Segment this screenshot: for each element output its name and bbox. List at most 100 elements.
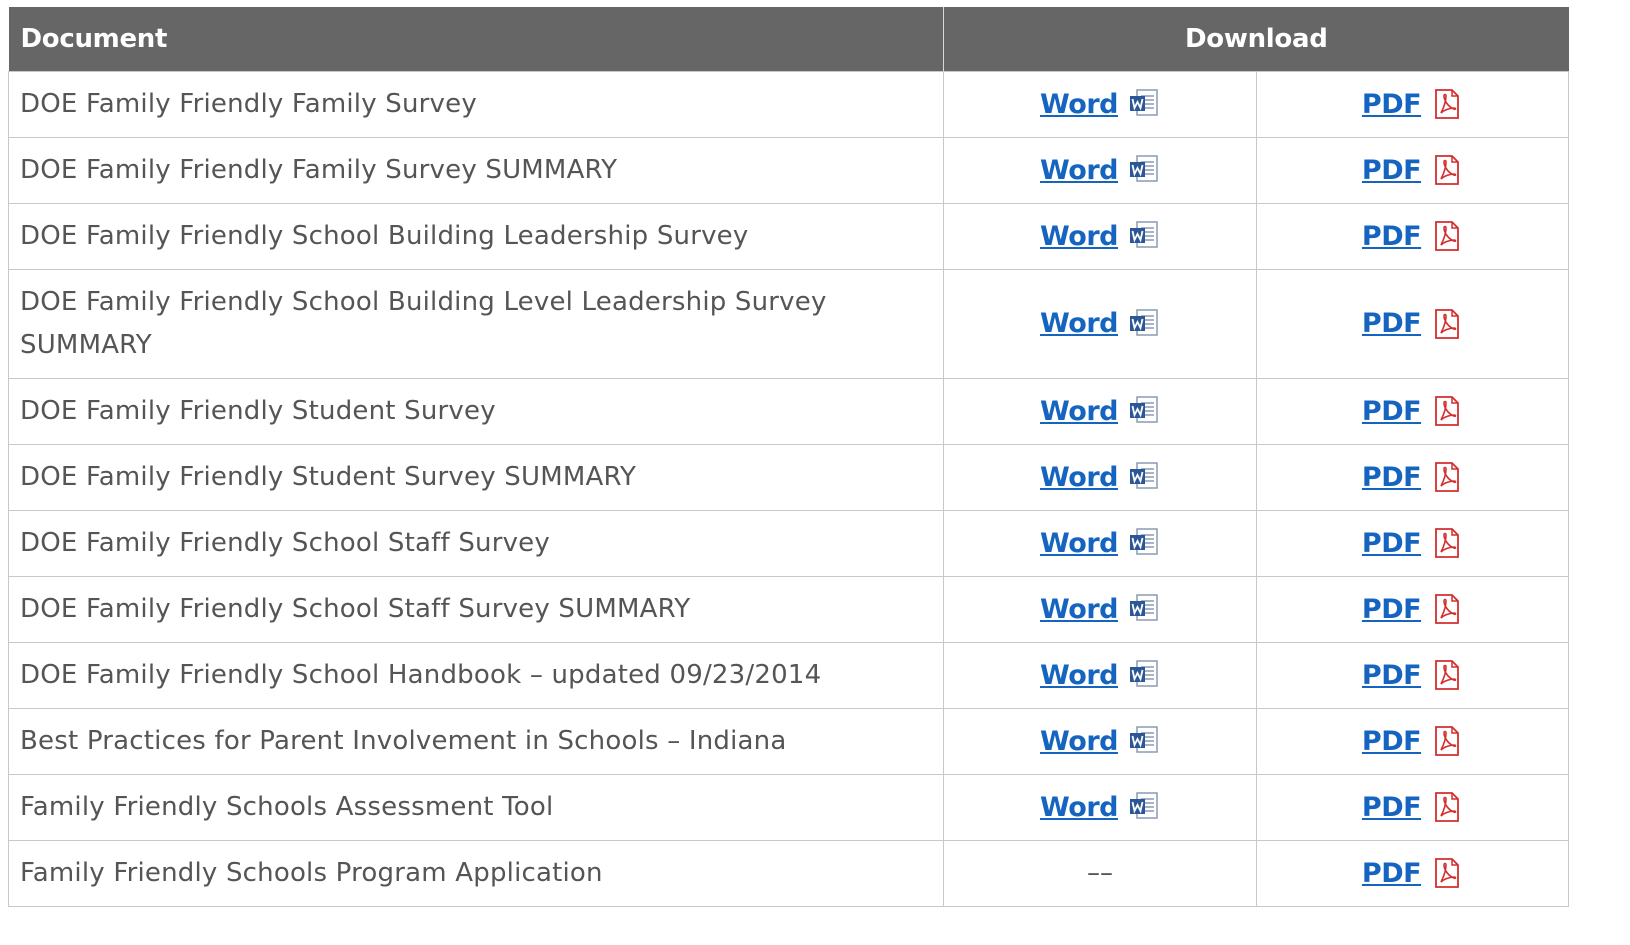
document-title: Family Friendly Schools Program Applicat… xyxy=(8,840,944,907)
pdf-download-link[interactable]: PDF xyxy=(1362,786,1463,829)
pdf-cell: PDF xyxy=(1255,137,1570,204)
word-cell: Word xyxy=(943,137,1257,204)
pdf-download-link[interactable]: PDF xyxy=(1362,588,1463,631)
word-download-link[interactable]: Word xyxy=(1040,302,1160,345)
pdf-download-link[interactable]: PDF xyxy=(1362,83,1463,126)
word-download-link[interactable]: Word xyxy=(1040,83,1160,126)
pdf-document-icon xyxy=(1435,89,1459,119)
document-title: DOE Family Friendly School Staff Survey xyxy=(8,510,944,577)
pdf-cell: PDF xyxy=(1255,642,1570,709)
document-title: Best Practices for Parent Involvement in… xyxy=(8,708,944,775)
pdf-link-label: PDF xyxy=(1361,593,1422,625)
pdf-download-link[interactable]: PDF xyxy=(1362,852,1463,895)
pdf-link-label: PDF xyxy=(1361,791,1422,823)
word-document-icon xyxy=(1130,396,1158,423)
pdf-download-link[interactable]: PDF xyxy=(1362,654,1463,697)
word-link-label: Word xyxy=(1039,88,1119,120)
word-document-icon xyxy=(1130,660,1158,687)
pdf-link-label: PDF xyxy=(1361,88,1422,120)
word-download-link[interactable]: Word xyxy=(1040,456,1160,499)
word-cell: Word xyxy=(943,576,1257,643)
pdf-document-icon xyxy=(1435,221,1459,251)
pdf-document-icon xyxy=(1435,858,1459,888)
table-row: DOE Family Friendly Student Survey Word xyxy=(8,378,1570,445)
pdf-document-icon xyxy=(1435,396,1459,426)
word-cell: Word xyxy=(943,378,1257,445)
word-download-link[interactable]: Word xyxy=(1040,522,1160,565)
word-document-icon xyxy=(1130,221,1158,248)
table-row: DOE Family Friendly Family Survey SUMMAR… xyxy=(8,137,1570,204)
pdf-download-link[interactable]: PDF xyxy=(1362,390,1463,433)
word-document-icon xyxy=(1130,594,1158,621)
word-document-icon xyxy=(1130,726,1158,753)
word-download-link[interactable]: Word xyxy=(1040,390,1160,433)
pdf-cell: PDF xyxy=(1255,840,1570,907)
word-cell: Word xyxy=(943,774,1257,841)
pdf-cell: PDF xyxy=(1255,444,1570,511)
table-row: DOE Family Friendly School Building Lead… xyxy=(8,203,1570,270)
word-download-link[interactable]: Word xyxy=(1040,720,1160,763)
column-header-document: Document xyxy=(8,7,944,72)
table-row: Family Friendly Schools Program Applicat… xyxy=(8,840,1570,907)
document-title: DOE Family Friendly School Building Lead… xyxy=(8,203,944,270)
pdf-download-link[interactable]: PDF xyxy=(1362,215,1463,258)
table-row: DOE Family Friendly Student Survey SUMMA… xyxy=(8,444,1570,511)
word-document-icon xyxy=(1130,462,1158,489)
word-link-label: Word xyxy=(1039,725,1119,757)
table-row: DOE Family Friendly School Staff Survey … xyxy=(8,576,1570,643)
word-link-label: Word xyxy=(1039,527,1119,559)
word-download-link[interactable]: Word xyxy=(1040,588,1160,631)
word-link-label: Word xyxy=(1039,791,1119,823)
pdf-link-label: PDF xyxy=(1361,857,1422,889)
pdf-download-link[interactable]: PDF xyxy=(1362,522,1463,565)
word-link-label: Word xyxy=(1039,154,1119,186)
table-row: DOE Family Friendly School Building Leve… xyxy=(8,269,1570,379)
document-title: DOE Family Friendly Family Survey xyxy=(8,71,944,138)
pdf-link-label: PDF xyxy=(1361,725,1422,757)
document-title: DOE Family Friendly School Building Leve… xyxy=(8,269,944,379)
pdf-download-link[interactable]: PDF xyxy=(1362,302,1463,345)
pdf-cell: PDF xyxy=(1255,774,1570,841)
document-title: DOE Family Friendly Family Survey SUMMAR… xyxy=(8,137,944,204)
word-cell: Word xyxy=(943,642,1257,709)
word-link-label: Word xyxy=(1039,395,1119,427)
pdf-document-icon xyxy=(1435,792,1459,822)
word-cell: Word xyxy=(943,269,1257,379)
pdf-cell: PDF xyxy=(1255,708,1570,775)
column-header-download: Download xyxy=(942,7,1569,72)
pdf-download-link[interactable]: PDF xyxy=(1362,720,1463,763)
pdf-link-label: PDF xyxy=(1361,527,1422,559)
word-cell: Word xyxy=(943,444,1257,511)
word-download-link[interactable]: Word xyxy=(1040,654,1160,697)
word-download-link[interactable]: Word xyxy=(1040,149,1160,192)
pdf-document-icon xyxy=(1435,155,1459,185)
pdf-link-label: PDF xyxy=(1361,220,1422,252)
word-download-link[interactable]: Word xyxy=(1040,215,1160,258)
pdf-document-icon xyxy=(1435,528,1459,558)
pdf-download-link[interactable]: PDF xyxy=(1362,149,1463,192)
document-title: DOE Family Friendly School Handbook – up… xyxy=(8,642,944,709)
word-link-label: Word xyxy=(1039,308,1119,339)
word-document-icon xyxy=(1130,308,1158,336)
table-row: DOE Family Friendly School Staff Survey … xyxy=(8,510,1570,577)
word-download-link[interactable]: Word xyxy=(1040,786,1160,829)
word-cell: Word xyxy=(943,203,1257,270)
pdf-link-label: PDF xyxy=(1361,461,1422,493)
pdf-document-icon xyxy=(1435,726,1459,756)
document-title: Family Friendly Schools Assessment Tool xyxy=(8,774,944,841)
table-row: Best Practices for Parent Involvement in… xyxy=(8,708,1570,775)
word-link-label: Word xyxy=(1039,659,1119,691)
pdf-cell: PDF xyxy=(1255,576,1570,643)
pdf-cell: PDF xyxy=(1255,71,1570,138)
word-link-label: Word xyxy=(1039,461,1119,493)
pdf-cell: PDF xyxy=(1255,203,1570,270)
pdf-document-icon xyxy=(1435,308,1459,339)
pdf-document-icon xyxy=(1435,462,1459,492)
pdf-cell: PDF xyxy=(1255,510,1570,577)
pdf-download-link[interactable]: PDF xyxy=(1362,456,1463,499)
word-document-icon xyxy=(1130,89,1158,116)
table-header-row: Document Download xyxy=(8,7,1569,72)
document-title: DOE Family Friendly Student Survey SUMMA… xyxy=(8,444,944,511)
document-title: DOE Family Friendly School Staff Survey … xyxy=(8,576,944,643)
pdf-link-label: PDF xyxy=(1361,154,1422,186)
